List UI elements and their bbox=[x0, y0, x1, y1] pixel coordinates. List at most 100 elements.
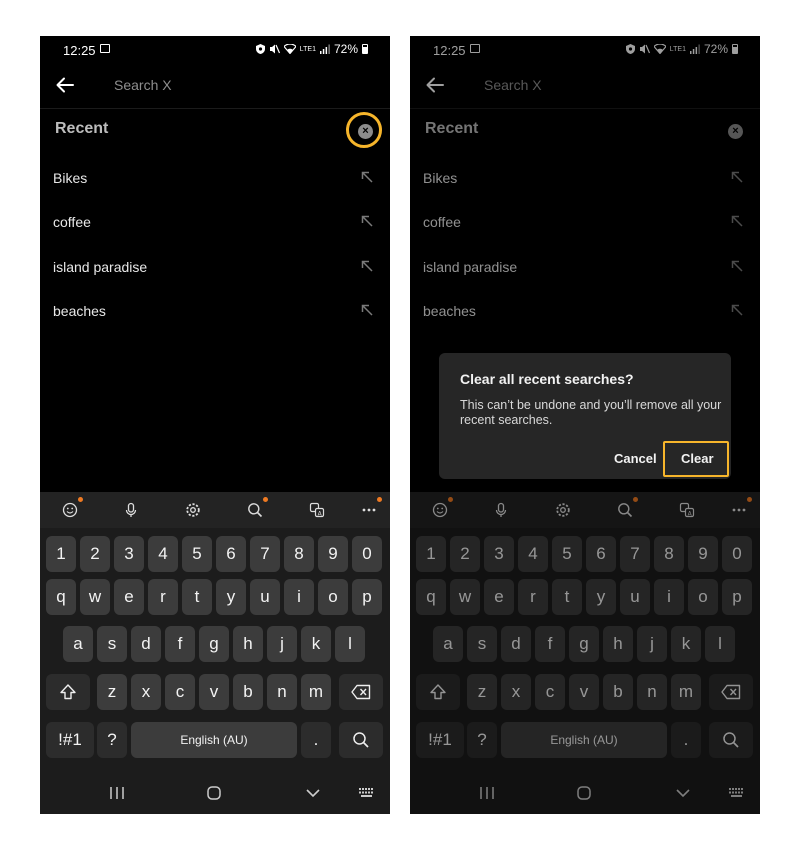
recent-apps-icon[interactable] bbox=[478, 785, 496, 801]
settings-gear-icon[interactable] bbox=[180, 497, 206, 523]
fill-query-arrow-icon[interactable] bbox=[360, 170, 374, 184]
key-a[interactable]: a bbox=[63, 626, 93, 662]
home-icon[interactable] bbox=[576, 785, 592, 801]
emoji-icon[interactable] bbox=[427, 497, 453, 523]
search-icon[interactable] bbox=[612, 497, 638, 523]
key-l[interactable]: l bbox=[335, 626, 365, 662]
key-u[interactable]: u bbox=[620, 579, 650, 615]
key-9[interactable]: 9 bbox=[688, 536, 718, 572]
shift-key[interactable] bbox=[416, 674, 460, 710]
key-f[interactable]: f bbox=[165, 626, 195, 662]
key-o[interactable]: o bbox=[318, 579, 348, 615]
search-key[interactable] bbox=[709, 722, 753, 758]
key-x[interactable]: x bbox=[501, 674, 531, 710]
key-z[interactable]: z bbox=[97, 674, 127, 710]
shift-key[interactable] bbox=[46, 674, 90, 710]
key-c[interactable]: c bbox=[165, 674, 195, 710]
microphone-icon[interactable] bbox=[118, 497, 144, 523]
key-6[interactable]: 6 bbox=[586, 536, 616, 572]
fill-query-arrow-icon[interactable] bbox=[360, 214, 374, 228]
translate-icon[interactable]: A bbox=[674, 497, 700, 523]
key-7[interactable]: 7 bbox=[620, 536, 650, 572]
key-s[interactable]: s bbox=[467, 626, 497, 662]
key-3[interactable]: 3 bbox=[484, 536, 514, 572]
key-6[interactable]: 6 bbox=[216, 536, 246, 572]
recent-search-item[interactable]: coffee bbox=[40, 202, 390, 242]
key-5[interactable]: 5 bbox=[552, 536, 582, 572]
space-bar[interactable]: English (AU) bbox=[131, 722, 297, 758]
key-t[interactable]: t bbox=[182, 579, 212, 615]
key-z[interactable]: z bbox=[467, 674, 497, 710]
key-7[interactable]: 7 bbox=[250, 536, 280, 572]
key-y[interactable]: y bbox=[586, 579, 616, 615]
key-9[interactable]: 9 bbox=[318, 536, 348, 572]
key-8[interactable]: 8 bbox=[654, 536, 684, 572]
key-n[interactable]: n bbox=[267, 674, 297, 710]
key-f[interactable]: f bbox=[535, 626, 565, 662]
key-g[interactable]: g bbox=[199, 626, 229, 662]
question-key[interactable]: ? bbox=[97, 722, 127, 758]
key-c[interactable]: c bbox=[535, 674, 565, 710]
settings-gear-icon[interactable] bbox=[550, 497, 576, 523]
key-k[interactable]: k bbox=[301, 626, 331, 662]
question-key[interactable]: ? bbox=[467, 722, 497, 758]
hide-keyboard-chevron-icon[interactable] bbox=[304, 785, 322, 801]
search-input[interactable] bbox=[484, 74, 724, 96]
symbols-key[interactable]: !#1 bbox=[46, 722, 94, 758]
key-i[interactable]: i bbox=[654, 579, 684, 615]
key-m[interactable]: m bbox=[301, 674, 331, 710]
fill-query-arrow-icon[interactable] bbox=[730, 170, 744, 184]
key-k[interactable]: k bbox=[671, 626, 701, 662]
search-key[interactable] bbox=[339, 722, 383, 758]
key-p[interactable]: p bbox=[722, 579, 752, 615]
key-4[interactable]: 4 bbox=[518, 536, 548, 572]
key-n[interactable]: n bbox=[637, 674, 667, 710]
clear-button[interactable]: Clear bbox=[681, 451, 714, 466]
key-y[interactable]: y bbox=[216, 579, 246, 615]
cancel-button[interactable]: Cancel bbox=[614, 451, 657, 466]
key-s[interactable]: s bbox=[97, 626, 127, 662]
emoji-icon[interactable] bbox=[57, 497, 83, 523]
key-r[interactable]: r bbox=[518, 579, 548, 615]
key-3[interactable]: 3 bbox=[114, 536, 144, 572]
symbols-key[interactable]: !#1 bbox=[416, 722, 464, 758]
key-b[interactable]: b bbox=[233, 674, 263, 710]
clear-recent-button[interactable]: × bbox=[358, 124, 373, 139]
key-b[interactable]: b bbox=[603, 674, 633, 710]
recent-search-item[interactable]: beaches bbox=[410, 291, 760, 331]
key-1[interactable]: 1 bbox=[416, 536, 446, 572]
key-l[interactable]: l bbox=[705, 626, 735, 662]
key-d[interactable]: d bbox=[131, 626, 161, 662]
key-5[interactable]: 5 bbox=[182, 536, 212, 572]
recent-search-item[interactable]: beaches bbox=[40, 291, 390, 331]
search-input[interactable] bbox=[114, 74, 354, 96]
key-e[interactable]: e bbox=[114, 579, 144, 615]
key-e[interactable]: e bbox=[484, 579, 514, 615]
key-j[interactable]: j bbox=[267, 626, 297, 662]
key-2[interactable]: 2 bbox=[450, 536, 480, 572]
key-4[interactable]: 4 bbox=[148, 536, 178, 572]
home-icon[interactable] bbox=[206, 785, 222, 801]
key-x[interactable]: x bbox=[131, 674, 161, 710]
space-bar[interactable]: English (AU) bbox=[501, 722, 667, 758]
key-r[interactable]: r bbox=[148, 579, 178, 615]
hide-keyboard-chevron-icon[interactable] bbox=[674, 785, 692, 801]
key-2[interactable]: 2 bbox=[80, 536, 110, 572]
key-v[interactable]: v bbox=[199, 674, 229, 710]
key-m[interactable]: m bbox=[671, 674, 701, 710]
fill-query-arrow-icon[interactable] bbox=[360, 259, 374, 273]
key-t[interactable]: t bbox=[552, 579, 582, 615]
more-options-icon[interactable] bbox=[356, 497, 382, 523]
fill-query-arrow-icon[interactable] bbox=[730, 214, 744, 228]
recent-search-item[interactable]: Bikes bbox=[410, 158, 760, 198]
recent-search-item[interactable]: coffee bbox=[410, 202, 760, 242]
recent-search-item[interactable]: island paradise bbox=[40, 247, 390, 287]
key-g[interactable]: g bbox=[569, 626, 599, 662]
key-j[interactable]: j bbox=[637, 626, 667, 662]
keyboard-icon[interactable] bbox=[728, 785, 746, 801]
back-arrow-icon[interactable] bbox=[54, 74, 76, 96]
fill-query-arrow-icon[interactable] bbox=[730, 303, 744, 317]
key-h[interactable]: h bbox=[233, 626, 263, 662]
fill-query-arrow-icon[interactable] bbox=[730, 259, 744, 273]
recent-search-item[interactable]: Bikes bbox=[40, 158, 390, 198]
